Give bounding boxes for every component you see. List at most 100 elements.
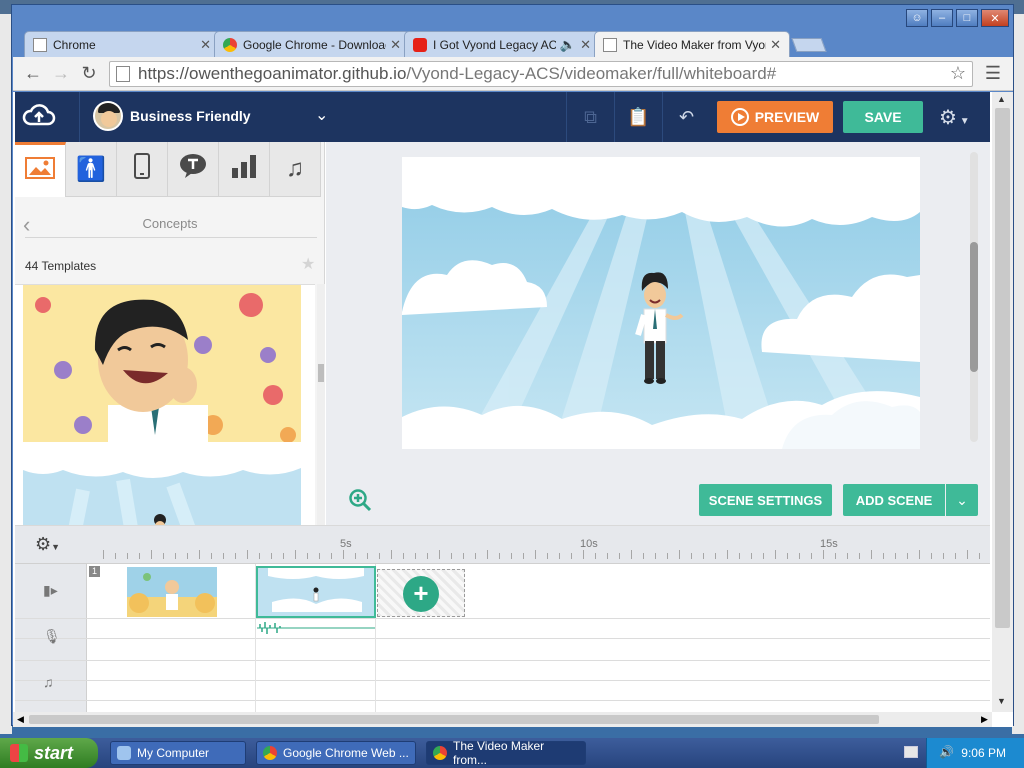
ruler-tick — [943, 553, 944, 559]
ruler-tick — [823, 550, 824, 559]
start-button[interactable]: start — [0, 738, 98, 768]
system-tray: 🔊 9:06 PM — [926, 738, 1024, 768]
music-note-icon: ♫ — [286, 155, 304, 182]
address-bar[interactable]: https://owenthegoanimator.github.io/Vyon… — [109, 60, 973, 87]
gear-icon[interactable]: ⚙ ▼ — [939, 105, 970, 130]
ruler-tick — [583, 550, 584, 559]
ruler-tick — [211, 553, 212, 559]
taskbar-item-label: Google Chrome Web ... — [283, 746, 409, 760]
template-thumbnail[interactable] — [23, 450, 301, 525]
browser-tab-chrome[interactable]: Chrome ✕ — [24, 31, 220, 57]
minimize-button[interactable]: – — [931, 9, 953, 27]
tab-text[interactable] — [168, 142, 219, 197]
tab-title: Chrome — [53, 37, 96, 52]
clock[interactable]: 9:06 PM — [961, 746, 1006, 760]
chevron-down-icon[interactable]: ⌄ — [315, 105, 328, 125]
ruler-tick — [811, 553, 812, 559]
maximize-button[interactable]: □ — [956, 9, 978, 27]
copy-icon[interactable]: ⧉ — [566, 92, 614, 142]
browser-tab-youtube[interactable]: I Got Vyond Legacy ACS 🔈 ✕ — [404, 31, 600, 57]
close-window-button[interactable]: ✕ — [981, 9, 1009, 27]
theme-name[interactable]: Business Friendly — [130, 108, 251, 124]
stage-scrollbar[interactable] — [970, 152, 978, 442]
cloud-upload-icon[interactable] — [21, 100, 57, 134]
reload-button[interactable]: ↻ — [75, 60, 103, 88]
page-vertical-scrollbar[interactable]: ▲ ▼ — [992, 92, 1013, 712]
preview-button[interactable]: PREVIEW — [717, 101, 833, 133]
ruler-tick — [391, 550, 392, 559]
keyboard-icon[interactable] — [904, 746, 918, 758]
menu-icon[interactable]: ☰ — [979, 60, 1007, 88]
pin-icon[interactable]: ★ — [301, 254, 315, 274]
user-icon[interactable]: ☺ — [906, 9, 928, 27]
ruler-tick — [679, 550, 680, 559]
bookmark-star-icon[interactable]: ☆ — [950, 63, 966, 84]
asset-library-panel: 🚹 ♫ ‹ Concepts 44 Templates ★ — [15, 142, 325, 525]
taskbar-item-chrome-web[interactable]: Google Chrome Web ... — [256, 741, 416, 765]
ruler-tick — [595, 553, 596, 559]
scroll-left-icon[interactable]: ◀ — [17, 714, 24, 725]
forward-button[interactable]: → — [47, 60, 75, 88]
undo-icon[interactable]: ↶ — [662, 92, 710, 142]
paste-icon[interactable]: 📋 — [614, 92, 662, 142]
bar-chart-icon — [230, 154, 258, 185]
close-tab-icon[interactable]: ✕ — [580, 37, 591, 53]
ruler-tick — [295, 550, 296, 559]
ruler-tick — [343, 550, 344, 559]
taskbar-item-video-maker[interactable]: The Video Maker from... — [426, 739, 586, 767]
new-tab-button[interactable] — [791, 38, 827, 52]
ruler-tick — [775, 550, 776, 559]
timeline-ruler[interactable]: ⚙▼ 5s 10s 15s — [15, 526, 990, 564]
voice-waveform[interactable] — [257, 620, 375, 636]
tab-scenes[interactable] — [15, 142, 66, 197]
computer-icon — [117, 746, 131, 760]
scroll-down-icon[interactable]: ▼ — [997, 696, 1006, 706]
phone-icon — [134, 152, 150, 186]
tab-characters[interactable]: 🚹 — [66, 142, 117, 197]
taskbar-item-my-computer[interactable]: My Computer — [110, 741, 246, 765]
browser-window: ☺ – □ ✕ Chrome ✕ Google Chrome - Downloa… — [11, 4, 1014, 727]
ruler-tick — [163, 553, 164, 559]
page-info-icon[interactable] — [116, 65, 130, 82]
chevron-down-icon[interactable]: ⌄ — [946, 484, 978, 516]
taskbar-item-label: My Computer — [137, 746, 210, 760]
timeline-tracks: ▮▸ 🎙 ♫ 1 2 — [15, 564, 990, 714]
add-scene-button[interactable]: ADD SCENE — [843, 484, 945, 516]
ruler-tick — [763, 553, 764, 559]
close-tab-icon[interactable]: ✕ — [770, 37, 781, 53]
page-horizontal-scrollbar[interactable]: ◀ ▶ — [13, 712, 992, 727]
template-list — [15, 284, 315, 525]
ruler-tick — [175, 553, 176, 559]
timeline: ⚙▼ 5s 10s 15s ▮▸ 🎙 ♫ 1 + — [15, 525, 990, 714]
ruler-tick — [475, 553, 476, 559]
zoom-in-icon[interactable] — [348, 488, 372, 518]
library-scrollbar[interactable] — [317, 284, 325, 525]
gear-icon[interactable]: ⚙▼ — [35, 534, 60, 555]
ruler-tick — [439, 550, 440, 559]
scroll-right-icon[interactable]: ▶ — [981, 714, 988, 725]
ruler-tick — [523, 553, 524, 559]
scene-thumbnail-2[interactable] — [256, 566, 376, 618]
close-tab-icon[interactable]: ✕ — [200, 37, 211, 53]
ruler-tick — [271, 553, 272, 559]
play-icon — [730, 108, 749, 126]
ruler-tick — [187, 553, 188, 559]
scene-thumbnail-1[interactable] — [127, 567, 217, 617]
tab-charts[interactable] — [219, 142, 270, 197]
scroll-up-icon[interactable]: ▲ — [997, 94, 1006, 104]
tab-title: The Video Maker from Vyond — [623, 37, 767, 52]
tab-audio[interactable]: ♫ — [270, 142, 321, 197]
add-scene-slot[interactable]: + — [377, 569, 465, 617]
browser-tab-chrome-download[interactable]: Google Chrome - Download t ✕ — [214, 31, 410, 57]
scene-canvas[interactable] — [402, 157, 920, 449]
scene-settings-button[interactable]: SCENE SETTINGS — [699, 484, 832, 516]
save-button[interactable]: SAVE — [843, 101, 923, 133]
volume-icon[interactable]: 🔊 — [939, 745, 954, 759]
ruler-tick — [619, 553, 620, 559]
close-tab-icon[interactable]: ✕ — [390, 37, 401, 53]
browser-tab-video-maker[interactable]: The Video Maker from Vyond ✕ — [594, 31, 790, 57]
tab-props[interactable] — [117, 142, 168, 197]
template-thumbnail[interactable] — [23, 285, 301, 442]
library-category-title: Concepts — [142, 216, 198, 231]
back-button[interactable]: ← — [19, 60, 47, 88]
